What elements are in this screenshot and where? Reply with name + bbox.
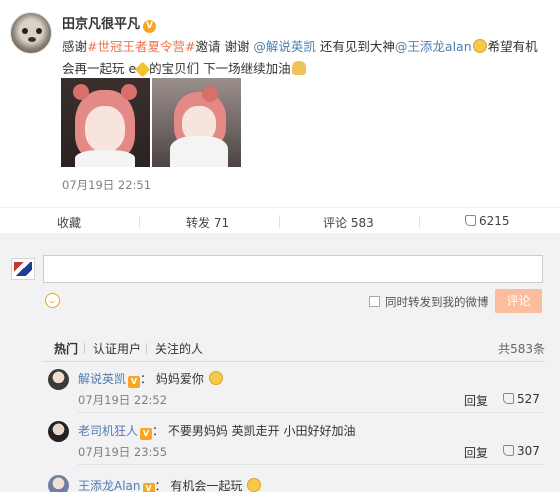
mention-link[interactable]: @解说英凯 [253,39,316,54]
verified-badge-icon: V [140,428,153,440]
commenter-avatar[interactable] [48,421,69,442]
author-name-text[interactable]: 田京凡很平凡 [62,17,140,32]
author-name[interactable]: 田京凡很平凡 V [62,13,157,33]
repost-button[interactable]: 转发 71 [186,214,229,231]
tab-verified-users[interactable]: 认证用户 [93,340,141,357]
comment-line: 老司机狂人 V： 不要男妈妈 英凯走开 小田好好加油 [78,424,356,440]
thumb-up-icon [503,445,514,456]
post-action-bar: 收藏 转发 71 评论 583 6215 [0,207,560,233]
verified-badge-icon: V [128,376,141,388]
current-user-avatar[interactable] [11,258,35,280]
comment-like-button[interactable]: 527 [503,392,540,406]
favorite-button[interactable]: 收藏 [57,214,81,231]
action-separator [279,215,280,228]
comment-list-divider [43,361,545,362]
post-text: 感谢#世冠王者夏令营#邀请 谢谢 @解说英凯 还有见到大神@王添龙alan 希望有… [62,36,550,80]
comment-like-count: 527 [517,392,540,406]
tab-separator [146,343,147,354]
like-button[interactable]: 6215 [465,214,510,228]
comment-timestamp: 07月19日 22:52 [78,393,168,407]
commenter-name[interactable]: 解说英凯 [78,372,126,386]
comment-line: 解说英凯 V： 妈妈爱你 [78,370,224,388]
comment-line: 王添龙Alan V： 有机会一起玩 [78,477,262,492]
photo-shirt-shape [75,150,135,167]
commenter-name[interactable]: 老司机狂人 [78,424,138,438]
post-text-segment: 的宝贝们 下一场继续加油 [149,61,291,76]
comment-text: 不要男妈妈 英凯走开 小田好好加油 [167,424,356,438]
emoji-icon [208,371,223,385]
thumb-up-icon [465,215,476,226]
comment-like-count: 307 [517,444,540,458]
tab-hot[interactable]: 热门 [54,340,78,357]
post-text-segment: 还有见到大神 [315,39,395,54]
comment-text: 妈妈爱你 [155,372,204,386]
repost-checkbox[interactable] [369,296,380,307]
repost-checkbox-label[interactable]: 同时转发到我的微博 [385,294,489,310]
cat-emoji-icon [472,39,487,53]
post-text-segment: 邀请 谢谢 [195,39,254,54]
cat-emoji-icon [247,478,262,492]
comment-text: 有机会一起玩 [170,479,243,492]
action-separator [419,215,420,228]
like-count: 6215 [479,214,510,228]
post-photo-1[interactable] [61,78,150,167]
commenter-avatar[interactable] [48,369,69,390]
smile-icon[interactable] [45,293,60,308]
submit-comment-button[interactable]: 评论 [495,289,542,313]
weibo-post-card: 田京凡很平凡 V 感谢#世冠王者夏令营#邀请 谢谢 @解说英凯 还有见到大神@王添… [0,0,560,233]
comment-divider [78,412,545,413]
comment-input[interactable] [43,255,543,283]
commenter-avatar[interactable] [48,475,69,492]
comment-item: 王添龙Alan V： 有机会一起玩 [43,471,545,492]
commenter-name[interactable]: 王添龙Alan [78,479,141,492]
comment-like-button[interactable]: 307 [503,444,540,458]
photo-bun-shape [202,86,218,102]
hashtag-link[interactable]: #世冠王者夏令营# [87,39,195,54]
verified-badge-icon: V [142,483,155,492]
post-timestamp[interactable]: 07月19日 22:51 [62,177,151,193]
reply-button[interactable]: 回复 [464,392,488,409]
comment-filter-tabs: 热门 认证用户 关注的人 共583条 [43,340,545,362]
comment-total-count: 共583条 [498,342,545,356]
reply-button[interactable]: 回复 [464,444,488,461]
comment-item: 解说英凯 V： 妈妈爱你 07月19日 22:52 回复 527 [43,367,545,411]
mention-link[interactable]: @王添龙alan [395,39,472,54]
photo-bun-shape [73,84,89,100]
post-text-segment: 感谢 [62,39,88,54]
verified-badge-icon: V [143,20,157,33]
photo-bun-shape [121,84,137,100]
photo-face-shape [85,106,125,152]
post-photo-2[interactable] [152,78,241,167]
tab-following[interactable]: 关注的人 [155,340,203,357]
flex-arm-emoji-icon [291,61,306,75]
comment-button[interactable]: 评论 583 [323,214,374,231]
tab-separator [84,343,85,354]
author-avatar[interactable] [10,12,52,54]
comment-divider [78,464,545,465]
comment-timestamp: 07月19日 23:55 [78,445,168,459]
photo-shirt-shape [170,136,228,167]
action-separator [139,215,140,228]
comment-item: 老司机狂人 V： 不要男妈妈 英凯走开 小田好好加油 07月19日 23:55 回… [43,419,545,463]
comment-section: 同时转发到我的微博 评论 热门 认证用户 关注的人 共583条 解说英凯 V： 妈… [0,242,560,492]
thumb-up-icon [503,393,514,404]
